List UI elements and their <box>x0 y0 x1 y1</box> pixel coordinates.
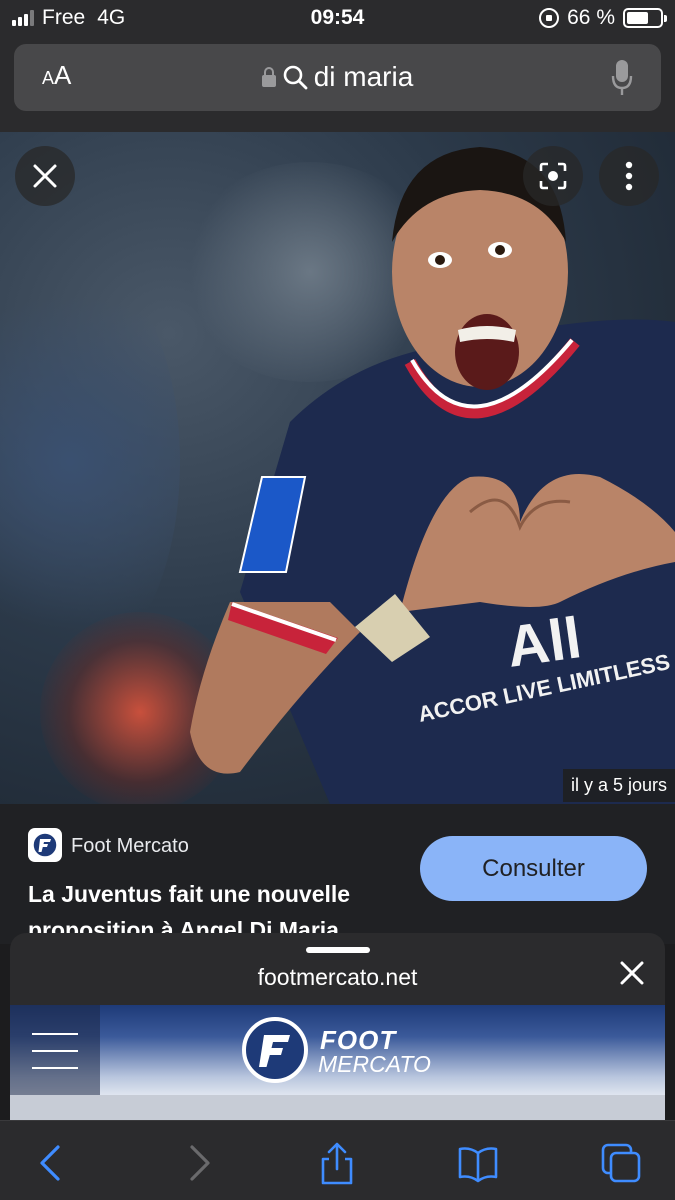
url-display[interactable]: di maria <box>14 61 661 93</box>
lens-button[interactable] <box>523 146 583 206</box>
close-icon <box>33 164 57 188</box>
padlock-icon <box>261 66 276 87</box>
bookmarks-icon[interactable] <box>456 1141 500 1185</box>
forward-icon[interactable] <box>176 1141 220 1185</box>
hamburger-menu-icon[interactable] <box>10 1005 100 1095</box>
image-timestamp: il y a 5 jours <box>562 769 675 802</box>
source-logo <box>28 828 62 862</box>
battery-fill <box>627 12 649 24</box>
tabs-icon[interactable] <box>599 1141 643 1185</box>
share-icon[interactable] <box>315 1141 359 1185</box>
url-text: di maria <box>313 61 414 92</box>
sheet-grabber[interactable] <box>306 947 370 953</box>
orientation-lock-icon <box>539 8 560 28</box>
site-content-strip <box>10 1095 665 1123</box>
browser-toolbar <box>0 1120 675 1200</box>
status-right: 66 % <box>539 6 667 30</box>
lens-icon <box>539 162 567 190</box>
result-info: Foot Mercato La Juventus fait une nouvel… <box>0 804 675 944</box>
foot-mercato-logo-icon <box>32 832 58 858</box>
sheet-domain: footmercato.net <box>257 964 418 990</box>
result-image[interactable]: All ACCOR LIVE LIMITLESS il y a 5 jours <box>0 132 675 804</box>
preview-sheet[interactable]: footmercato.net FOOT MERCATO <box>10 933 665 1123</box>
sheet-close-icon[interactable] <box>617 958 647 988</box>
back-icon[interactable] <box>30 1141 74 1185</box>
browser-top: AA di maria <box>0 38 675 132</box>
consult-button[interactable]: Consulter <box>420 836 647 901</box>
battery-icon <box>623 8 667 28</box>
player-photo: All ACCOR LIVE LIMITLESS <box>190 147 675 804</box>
battery-percent: 66 % <box>567 6 615 29</box>
address-bar[interactable]: AA di maria <box>14 44 661 111</box>
source-name[interactable]: Foot Mercato <box>71 835 189 858</box>
site-logo-subtext: MERCATO <box>318 1051 431 1077</box>
search-icon <box>283 65 308 90</box>
close-viewer-button[interactable] <box>15 146 75 206</box>
status-bar: Free 4G 09:54 66 % <box>0 0 675 38</box>
more-options-button[interactable] <box>599 146 659 206</box>
more-vert-icon <box>625 161 633 191</box>
mic-icon[interactable] <box>611 58 633 98</box>
site-logo-icon[interactable] <box>242 1017 308 1083</box>
site-header: FOOT MERCATO <box>10 1005 665 1095</box>
